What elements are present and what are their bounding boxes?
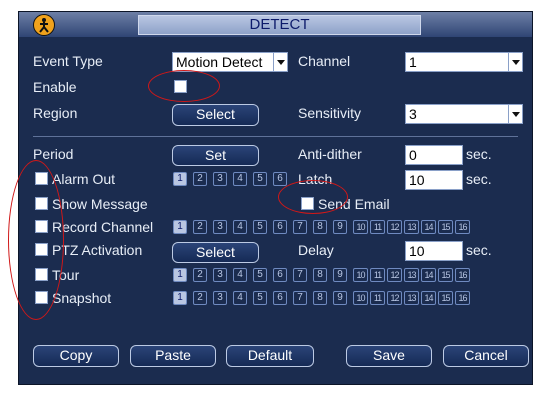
channel-number-14[interactable]: 14 — [421, 220, 436, 234]
channel-number-14[interactable]: 14 — [421, 291, 436, 305]
channel-number-8[interactable]: 8 — [313, 220, 327, 234]
channel-number-2[interactable]: 2 — [193, 220, 207, 234]
record-channel-numbers: 1 2 3 4 5 6 7 8 9 10 11 12 13 14 15 16 — [173, 220, 498, 235]
sensitivity-label: Sensitivity — [298, 105, 362, 121]
channel-number-13[interactable]: 13 — [404, 268, 419, 282]
channel-number-16[interactable]: 16 — [455, 291, 470, 305]
anti-dither-unit: sec. — [466, 146, 492, 162]
channel-number-15[interactable]: 15 — [438, 220, 453, 234]
channel-number-2[interactable]: 2 — [193, 172, 207, 186]
channel-number-1[interactable]: 1 — [173, 220, 187, 234]
show-message-label: Show Message — [52, 196, 148, 212]
channel-number-8[interactable]: 8 — [313, 291, 327, 305]
channel-number-11[interactable]: 11 — [370, 291, 385, 305]
channel-number-1[interactable]: 1 — [173, 268, 187, 282]
delay-label: Delay — [298, 242, 334, 258]
annotation-circle — [148, 70, 220, 102]
channel-number-7[interactable]: 7 — [293, 268, 307, 282]
sensitivity-select[interactable]: 3 — [405, 104, 523, 124]
latch-unit: sec. — [466, 171, 492, 187]
enable-label: Enable — [33, 79, 77, 95]
anti-dither-input[interactable]: 0 — [405, 145, 463, 165]
channel-number-15[interactable]: 15 — [438, 291, 453, 305]
channel-number-3[interactable]: 3 — [213, 291, 227, 305]
channel-number-1[interactable]: 1 — [173, 172, 187, 186]
channel-number-5[interactable]: 5 — [253, 291, 267, 305]
channel-number-4[interactable]: 4 — [233, 220, 247, 234]
alarm-out-label: Alarm Out — [52, 171, 116, 187]
record-channel-label: Record Channel — [52, 219, 154, 235]
channel-number-12[interactable]: 12 — [387, 291, 402, 305]
channel-number-1[interactable]: 1 — [173, 291, 187, 305]
channel-number-8[interactable]: 8 — [313, 268, 327, 282]
region-select-button[interactable]: Select — [172, 104, 259, 126]
channel-number-10[interactable]: 10 — [353, 291, 368, 305]
channel-number-3[interactable]: 3 — [213, 268, 227, 282]
close-icon[interactable] — [33, 14, 55, 36]
region-label: Region — [33, 105, 78, 121]
channel-number-3[interactable]: 3 — [213, 172, 227, 186]
channel-number-12[interactable]: 12 — [387, 268, 402, 282]
channel-number-4[interactable]: 4 — [233, 291, 247, 305]
delay-input[interactable]: 10 — [405, 241, 463, 261]
channel-number-7[interactable]: 7 — [293, 291, 307, 305]
channel-number-9[interactable]: 9 — [333, 291, 347, 305]
copy-button[interactable]: Copy — [33, 345, 119, 367]
channel-number-2[interactable]: 2 — [193, 268, 207, 282]
event-type-value: Motion Detect — [176, 54, 263, 70]
channel-number-5[interactable]: 5 — [253, 172, 267, 186]
anti-dither-label: Anti-dither — [298, 146, 362, 162]
channel-number-5[interactable]: 5 — [253, 220, 267, 234]
default-button[interactable]: Default — [226, 345, 314, 367]
channel-number-6[interactable]: 6 — [273, 172, 287, 186]
channel-number-2[interactable]: 2 — [193, 291, 207, 305]
channel-number-3[interactable]: 3 — [213, 220, 227, 234]
annotation-circle — [278, 180, 348, 214]
channel-number-16[interactable]: 16 — [455, 268, 470, 282]
chevron-down-icon[interactable] — [273, 53, 287, 71]
channel-select[interactable]: 1 — [405, 52, 523, 72]
sensitivity-value: 3 — [409, 106, 417, 122]
channel-number-6[interactable]: 6 — [273, 268, 287, 282]
channel-number-15[interactable]: 15 — [438, 268, 453, 282]
save-button[interactable]: Save — [346, 345, 432, 367]
cancel-button[interactable]: Cancel — [443, 345, 529, 367]
snapshot-numbers: 1 2 3 4 5 6 7 8 9 10 11 12 13 14 15 16 — [173, 291, 498, 306]
period-set-button[interactable]: Set — [172, 145, 259, 166]
channel-label: Channel — [298, 53, 351, 69]
channel-number-9[interactable]: 9 — [333, 268, 347, 282]
channel-number-10[interactable]: 10 — [353, 268, 368, 282]
tour-numbers: 1 2 3 4 5 6 7 8 9 10 11 12 13 14 15 16 — [173, 268, 498, 283]
channel-number-5[interactable]: 5 — [253, 268, 267, 282]
alarm-out-numbers: 123456 — [173, 172, 293, 187]
channel-number-7[interactable]: 7 — [293, 220, 307, 234]
channel-number-4[interactable]: 4 — [233, 172, 247, 186]
channel-number-6[interactable]: 6 — [273, 220, 287, 234]
ptz-select-button[interactable]: Select — [172, 242, 259, 263]
delay-unit: sec. — [466, 242, 492, 258]
ptz-activation-label: PTZ Activation — [52, 242, 143, 258]
snapshot-label: Snapshot — [52, 290, 112, 306]
channel-number-12[interactable]: 12 — [387, 220, 402, 234]
latch-input[interactable]: 10 — [405, 170, 463, 190]
channel-number-9[interactable]: 9 — [333, 220, 347, 234]
channel-number-11[interactable]: 11 — [370, 268, 385, 282]
chevron-down-icon[interactable] — [508, 53, 522, 71]
channel-number-13[interactable]: 13 — [404, 291, 419, 305]
channel-number-6[interactable]: 6 — [273, 291, 287, 305]
dialog-title: DETECT — [138, 15, 421, 35]
channel-number-4[interactable]: 4 — [233, 268, 247, 282]
annotation-circle — [8, 160, 64, 320]
channel-number-16[interactable]: 16 — [455, 220, 470, 234]
paste-button[interactable]: Paste — [130, 345, 216, 367]
channel-number-14[interactable]: 14 — [421, 268, 436, 282]
chevron-down-icon[interactable] — [508, 105, 522, 123]
channel-value: 1 — [409, 54, 417, 70]
event-type-select[interactable]: Motion Detect — [172, 52, 288, 72]
channel-number-13[interactable]: 13 — [404, 220, 419, 234]
channel-number-10[interactable]: 10 — [353, 220, 368, 234]
event-type-label: Event Type — [33, 53, 103, 69]
channel-number-11[interactable]: 11 — [370, 220, 385, 234]
divider — [33, 136, 518, 137]
